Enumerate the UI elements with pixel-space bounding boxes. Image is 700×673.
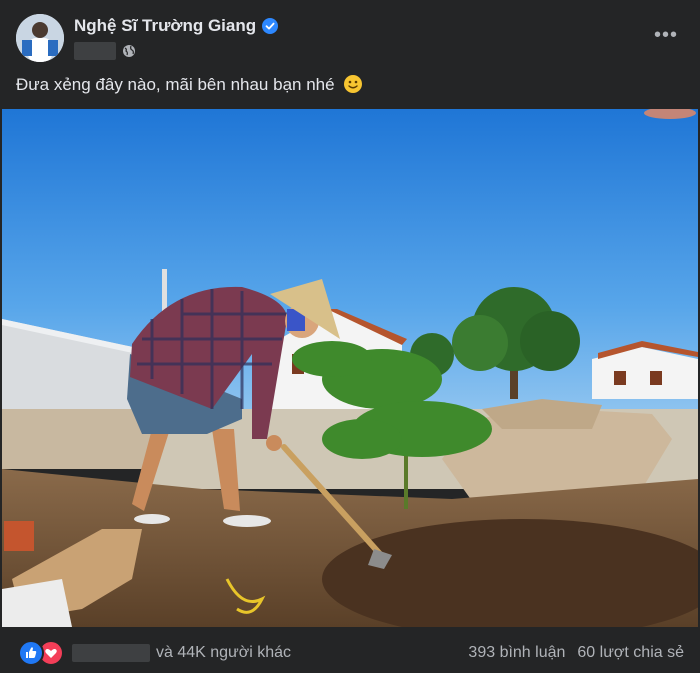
author-avatar[interactable] (16, 14, 64, 62)
author-name-row: Nghệ Sĩ Trường Giang (74, 16, 279, 36)
engagement-stats: 393 bình luận 60 lượt chia sẻ (468, 644, 684, 662)
globe-icon (123, 45, 135, 57)
more-options-button[interactable]: ••• (654, 25, 678, 45)
slightly-smiling-face-icon (344, 75, 363, 93)
reactor-names-redacted (72, 644, 150, 662)
like-reaction-icon (18, 640, 44, 666)
timestamp-redacted[interactable] (74, 42, 116, 60)
post-header: Nghệ Sĩ Trường Giang ••• (0, 0, 700, 62)
post-footer: và 44K người khác 393 bình luận 60 lượt … (0, 628, 700, 673)
post-caption: Đưa xẻng đây nào, mãi bên nhau bạn nhé (16, 75, 335, 94)
post-meta (74, 42, 136, 60)
post-photo[interactable] (2, 109, 698, 627)
post-caption-row: Đưa xẻng đây nào, mãi bên nhau bạn nhé (16, 74, 363, 95)
facebook-post: Nghệ Sĩ Trường Giang ••• Đưa xẻng đây nà… (0, 0, 700, 673)
shares-count[interactable]: 60 lượt chia sẻ (577, 644, 684, 662)
comments-count[interactable]: 393 bình luận (468, 644, 565, 662)
reactions-summary[interactable]: và 44K người khác (18, 640, 291, 666)
reaction-others-count[interactable]: và 44K người khác (156, 644, 291, 662)
author-name[interactable]: Nghệ Sĩ Trường Giang (74, 16, 256, 36)
verified-badge-icon (262, 18, 279, 34)
